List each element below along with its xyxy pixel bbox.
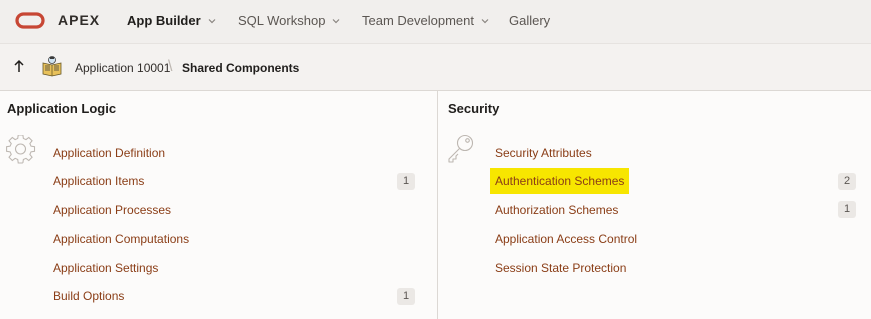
chevron-down-icon bbox=[481, 18, 489, 23]
key-icon bbox=[448, 134, 474, 163]
nav-sql-workshop[interactable]: SQL Workshop bbox=[238, 13, 340, 28]
application-logic-title: Application Logic bbox=[7, 101, 117, 116]
nav-team-development-label: Team Development bbox=[362, 13, 474, 28]
nav-app-builder-label: App Builder bbox=[127, 13, 201, 28]
gear-icon bbox=[6, 135, 36, 164]
nav-team-development[interactable]: Team Development bbox=[362, 13, 489, 28]
security-title: Security bbox=[448, 101, 500, 116]
count-badge: 1 bbox=[397, 288, 415, 305]
count-badge: 1 bbox=[397, 173, 415, 190]
highlighted-link-label: Authentication Schemes bbox=[490, 168, 630, 194]
link-application-items[interactable]: Application Items bbox=[53, 174, 144, 188]
link-application-processes[interactable]: Application Processes bbox=[53, 203, 171, 217]
breadcrumb-bar: Application 10001 \ Shared Components bbox=[0, 44, 871, 91]
application-icon bbox=[39, 54, 65, 80]
nav-sql-workshop-label: SQL Workshop bbox=[238, 13, 326, 28]
link-application-definition[interactable]: Application Definition bbox=[53, 146, 165, 160]
breadcrumb-application-link[interactable]: Application 10001 bbox=[75, 61, 170, 75]
link-application-computations[interactable]: Application Computations bbox=[53, 232, 189, 246]
breadcrumb-separator: \ bbox=[168, 58, 173, 75]
count-badge: 1 bbox=[838, 201, 856, 218]
nav-app-builder[interactable]: App Builder bbox=[127, 13, 216, 28]
count-badge: 2 bbox=[838, 173, 856, 190]
apex-brand[interactable]: APEX bbox=[58, 12, 100, 28]
link-authorization-schemes[interactable]: Authorization Schemes bbox=[495, 203, 618, 217]
chevron-down-icon bbox=[208, 18, 216, 23]
link-session-state-protection[interactable]: Session State Protection bbox=[495, 261, 626, 275]
oracle-logo-icon[interactable] bbox=[15, 12, 45, 29]
chevron-down-icon bbox=[333, 18, 340, 23]
application-logic-panel: Application Logic Application Definition… bbox=[0, 91, 438, 319]
link-application-settings[interactable]: Application Settings bbox=[53, 261, 158, 275]
link-build-options[interactable]: Build Options bbox=[53, 289, 124, 303]
breadcrumb-current: Shared Components bbox=[182, 61, 300, 75]
link-application-access-control[interactable]: Application Access Control bbox=[495, 232, 637, 246]
link-security-attributes[interactable]: Security Attributes bbox=[495, 146, 592, 160]
nav-gallery-label: Gallery bbox=[509, 13, 551, 28]
nav-gallery[interactable]: Gallery bbox=[509, 13, 550, 28]
security-panel: Security Security Attributes Authenticat… bbox=[438, 91, 871, 319]
top-navigation-bar: APEX App Builder SQL Workshop Team Devel… bbox=[0, 0, 871, 44]
arrow-up-icon[interactable] bbox=[13, 59, 25, 73]
link-authentication-schemes[interactable]: Authentication Schemes bbox=[490, 168, 630, 194]
